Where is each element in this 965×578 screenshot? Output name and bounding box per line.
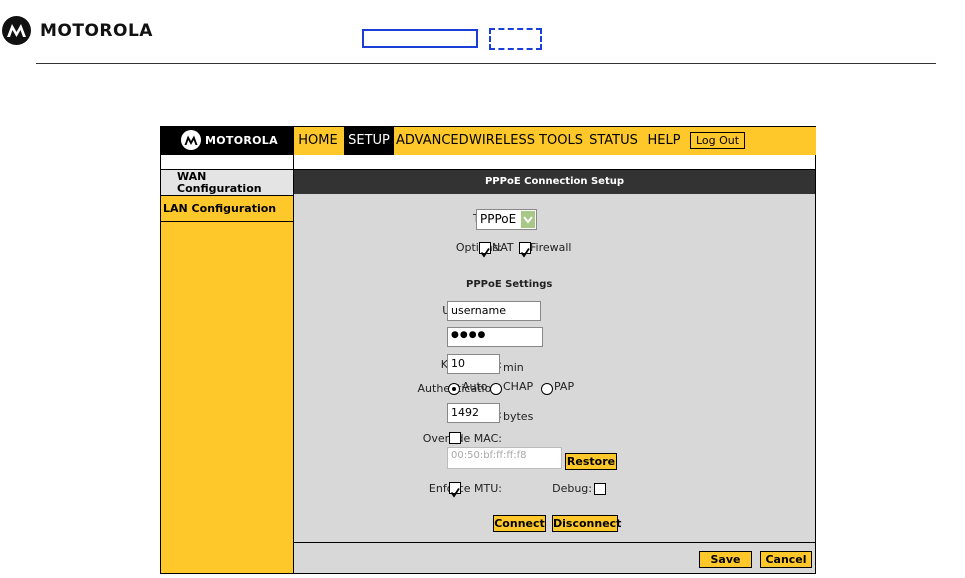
mac-field[interactable]: 00:50:bf:ff:ff:f8 (447, 447, 562, 469)
debug-checkbox[interactable] (594, 483, 606, 495)
auth-pap-label: PAP (554, 380, 575, 393)
checkmark-icon (480, 248, 490, 258)
auth-auto-label: Auto (462, 380, 488, 393)
nav-help[interactable]: HELP (644, 127, 684, 155)
checkmark-icon (450, 488, 460, 498)
nat-checkbox[interactable] (479, 242, 491, 258)
nav-home[interactable]: HOME (294, 127, 342, 155)
pppoe-settings-heading: PPPoE Settings (466, 279, 553, 290)
motorola-m-icon (181, 130, 201, 150)
sidebar-item-wan-configuration[interactable]: WAN Configuration (161, 170, 293, 196)
firewall-label: Firewall (530, 241, 572, 254)
nav-logo: MOTOROLA (161, 127, 293, 155)
username-field[interactable]: username (447, 301, 541, 321)
mtu-unit: bytes (503, 410, 534, 423)
keep-alive-unit: min (503, 361, 524, 374)
type-select[interactable]: PPPoE (476, 209, 537, 230)
logout-button[interactable]: Log Out (690, 132, 745, 149)
panel-title: PPPoE Connection Setup (294, 170, 815, 194)
override-mac-checkbox[interactable] (449, 432, 461, 444)
auth-chap-radio[interactable] (490, 383, 502, 395)
cancel-button[interactable]: Cancel (760, 551, 812, 568)
password-field[interactable]: ●●●● (447, 327, 543, 347)
router-ui-frame: MOTOROLA HOME SETUP ADVANCED WIRELESS TO… (160, 126, 816, 574)
main-top-strip (294, 155, 815, 170)
header-divider (36, 63, 936, 64)
checkmark-icon (520, 248, 530, 258)
header-placeholder-dashed-box (489, 28, 542, 50)
nav-advanced[interactable]: ADVANCED (396, 127, 469, 155)
override-mac-label: Override MAC: (422, 432, 502, 445)
nav-status[interactable]: STATUS (586, 127, 641, 155)
header-placeholder-box (362, 29, 478, 48)
enforce-mtu-label: Enforce MTU: (428, 482, 502, 495)
chevron-down-icon[interactable] (521, 211, 535, 228)
main-panel: PPPoE Connection Setup Type: PPPoE Optio… (294, 155, 815, 573)
brand-name: MOTOROLA (40, 21, 153, 41)
auth-chap-label: CHAP (503, 380, 534, 393)
nav-wireless[interactable]: WIRELESS (467, 127, 537, 155)
auth-pap-radio[interactable] (541, 383, 553, 395)
save-button[interactable]: Save (699, 551, 752, 568)
connect-button[interactable]: Connect (493, 515, 546, 532)
top-nav: HOME SETUP ADVANCED WIRELESS TOOLS STATU… (293, 127, 816, 155)
motorola-m-icon (2, 16, 31, 45)
enforce-mtu-checkbox[interactable] (449, 482, 461, 498)
disconnect-button[interactable]: Disconnect (552, 515, 621, 532)
mtu-field[interactable]: 1492 (447, 403, 500, 423)
nav-brand-name: MOTOROLA (205, 134, 278, 147)
restore-button[interactable]: Restore (565, 453, 617, 470)
debug-label: Debug: (552, 482, 592, 495)
nav-setup[interactable]: SETUP (344, 127, 394, 155)
nat-label: NAT (492, 241, 514, 254)
auth-auto-radio[interactable] (448, 383, 460, 395)
keep-alive-field[interactable]: 10 (447, 354, 500, 374)
type-select-value: PPPoE (480, 212, 517, 226)
sidebar-item-lan-configuration[interactable]: LAN Configuration (161, 196, 293, 222)
radio-selected-dot (452, 387, 456, 391)
footer-bar: Save Cancel (294, 542, 815, 573)
sidebar-item-label-line2: Configuration (177, 182, 262, 195)
sidebar: WAN Configuration LAN Configuration (161, 155, 294, 573)
nav-tools[interactable]: TOOLS (537, 127, 585, 155)
motorola-logo: MOTOROLA (0, 15, 180, 47)
sidebar-top-strip (161, 155, 293, 170)
